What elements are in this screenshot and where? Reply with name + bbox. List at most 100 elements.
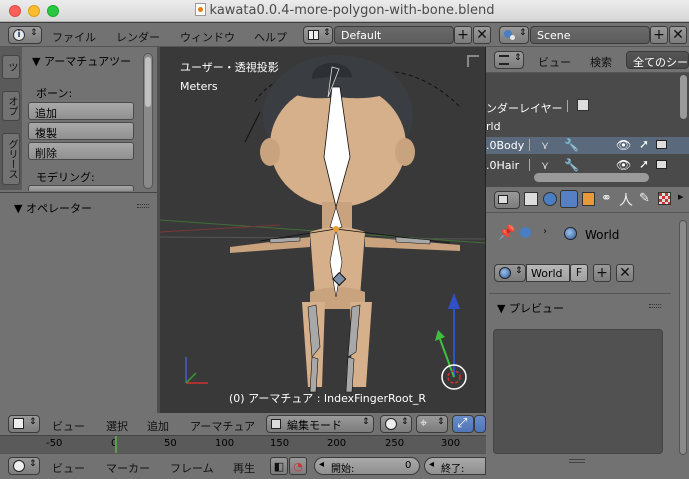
modeling-first-button[interactable] [28, 185, 134, 191]
render-layers-tab-icon[interactable] [524, 192, 538, 206]
outliner-row-render-layers[interactable]: ンダーレイヤー [486, 98, 681, 115]
timeline-menu-marker[interactable]: マーカー [106, 460, 150, 476]
bone-add-button[interactable]: 追加 [28, 102, 134, 120]
mesh-data-icon[interactable]: ⋎ [541, 159, 549, 172]
auto-keyframe-button[interactable]: ◔ [289, 457, 307, 475]
viewport-menu-view[interactable]: ビュー [52, 418, 85, 434]
shading-selector[interactable]: ⇕ [380, 415, 412, 433]
world-name-field[interactable]: World [526, 264, 570, 282]
tab-options-label: オプ [6, 96, 17, 116]
scene-name-field[interactable]: Scene [530, 26, 650, 44]
unlink-world-button[interactable]: ✕ [616, 264, 634, 282]
tab-options[interactable]: オプ [2, 91, 20, 121]
wrench-modifier-icon[interactable]: 🔧 [564, 138, 579, 152]
keying-set-button[interactable]: ◧ [270, 457, 288, 475]
texture-tab-icon[interactable] [658, 192, 671, 205]
end-frame-field[interactable]: ◂ 終了: [424, 457, 486, 475]
world-tab-icon[interactable] [560, 190, 578, 208]
layout-name-field[interactable]: Default [334, 26, 454, 44]
outliner-filter-dropdown[interactable]: 全てのシー [626, 51, 689, 69]
editor-type-info-button[interactable]: i ⇕ [8, 26, 42, 44]
delete-layout-button[interactable]: ✕ [473, 26, 491, 44]
fake-user-button[interactable]: F [570, 264, 588, 282]
cursor-select-icon[interactable]: ➚ [639, 137, 649, 151]
eye-icon[interactable]: 👁 [616, 158, 631, 172]
new-world-button[interactable]: + [593, 264, 611, 282]
armature-panel-header[interactable]: ▼ アーマチュアツー [32, 53, 131, 69]
viewport-corner-icon[interactable] [467, 55, 479, 67]
tab-tools[interactable]: ツ [2, 55, 20, 79]
drag-handle-icon[interactable] [137, 204, 149, 208]
bone-add-label: 追加 [35, 107, 57, 120]
timeline-menu-playback[interactable]: 再生 [233, 460, 255, 476]
wrench-modifier-icon[interactable]: 🔧 [564, 158, 579, 172]
decrement-icon[interactable]: ◂ [319, 459, 324, 470]
outliner-row-body[interactable]: .0Body ⋎ 🔧 👁 ➚ [486, 137, 689, 154]
bone-tab-icon[interactable]: ✎ [639, 191, 650, 206]
timeline-menu-frame[interactable]: フレーム [170, 460, 214, 476]
properties-scrollbar[interactable] [679, 220, 687, 455]
current-frame-indicator[interactable] [115, 436, 117, 453]
outliner-menu-view[interactable]: ビュー [538, 54, 571, 70]
outliner-v-scrollbar[interactable] [680, 75, 687, 119]
scene-name: Scene [537, 29, 571, 42]
eye-icon[interactable]: 👁 [616, 138, 631, 152]
resize-handle-icon[interactable] [569, 459, 585, 463]
outliner-editor-type-button[interactable]: ⇕ [494, 51, 524, 69]
3d-viewport[interactable]: ユーザー・透視投影 Meters (0) アーマチュア : IndexFinge… [160, 47, 485, 413]
mode-selector[interactable]: 編集モード ⇕ [266, 415, 374, 433]
start-frame-field[interactable]: ◂ 開始: 0 [314, 457, 420, 475]
scroll-right-icon[interactable]: ▸ [678, 190, 684, 203]
decrement-icon[interactable]: ◂ [429, 459, 434, 470]
render-layer-icon[interactable] [577, 99, 589, 111]
outliner-menu-search[interactable]: 検索 [590, 54, 612, 70]
armature-tab-icon[interactable]: ⼈ [619, 190, 633, 210]
bone-duplicate-button[interactable]: 複製 [28, 122, 134, 140]
menu-file[interactable]: ファイル [52, 29, 96, 45]
add-layout-button[interactable]: + [454, 26, 472, 44]
viewport-menu-select[interactable]: 選択 [106, 418, 128, 434]
viewport-menu-add[interactable]: 追加 [147, 418, 169, 434]
camera-render-icon[interactable] [656, 140, 667, 149]
timeline-menu-view[interactable]: ビュー [52, 460, 85, 476]
menu-render[interactable]: レンダー [116, 29, 160, 45]
viewport-editor-type-button[interactable]: ⇕ [8, 415, 40, 433]
tool-shelf-scrollbar-thumb[interactable] [145, 57, 151, 107]
timeline-ruler[interactable]: -50 0 50 100 150 200 250 300 [0, 435, 486, 453]
outliner-row-world[interactable]: rld [486, 118, 681, 135]
tab-grease-pencil[interactable]: グリース [2, 133, 20, 185]
viewport-header: ⇕ ビュー 選択 追加 アーマチュア 編集モード ⇕ ⇕ ⌖ ⇕ ⤢ [0, 413, 486, 435]
translate-manipulator-button[interactable] [474, 415, 486, 433]
manipulator-toggle[interactable]: ⤢ [452, 415, 474, 433]
operator-panel-header[interactable]: ▼ オペレーター [14, 200, 92, 216]
bone-delete-button[interactable]: 削除 [28, 142, 134, 160]
world-browse-button[interactable]: ⇕ [494, 264, 526, 282]
edit-mode-icon [271, 419, 281, 429]
pin-icon[interactable]: 📌 [498, 225, 515, 241]
properties-editor-type-button[interactable] [494, 191, 520, 209]
mesh-data-icon[interactable]: ⋎ [541, 139, 549, 152]
scene-tab-icon[interactable] [543, 192, 557, 206]
drag-handle-icon[interactable] [649, 304, 661, 308]
character-ear [395, 138, 415, 166]
menu-help[interactable]: ヘルプ [254, 29, 287, 45]
properties-editor: ⚭ ⼈ ✎ ▸ 📌 › World ⇕ World F + ✕ ▼ プレビュー [486, 187, 689, 479]
scene-selector[interactable]: ⇕ [499, 26, 529, 44]
outliner-row-hair[interactable]: .0Hair ⋎ 🔧 👁 ➚ [486, 157, 681, 174]
camera-render-icon[interactable] [656, 160, 667, 169]
delete-scene-button[interactable]: ✕ [669, 26, 687, 44]
outliner-h-scrollbar[interactable] [534, 173, 649, 182]
screen-layout-selector[interactable]: ⇕ [303, 26, 333, 44]
viewport-menu-armature[interactable]: アーマチュア [190, 418, 255, 434]
manipulator-z-arrow [448, 293, 460, 309]
cursor-select-icon[interactable]: ➚ [639, 157, 649, 171]
preview-panel-header[interactable]: ▼ プレビュー [497, 300, 564, 316]
view-perspective-label: ユーザー・透視投影 [180, 61, 279, 74]
timeline-editor-type-button[interactable]: ⇕ [8, 457, 40, 475]
object-tab-icon[interactable] [582, 192, 595, 206]
pivot-selector[interactable]: ⌖ ⇕ [416, 415, 448, 433]
menu-window[interactable]: ウィンドウ [180, 29, 235, 45]
layout-grid-icon [308, 30, 319, 40]
add-scene-button[interactable]: + [650, 26, 668, 44]
constraints-tab-icon[interactable]: ⚭ [601, 191, 612, 206]
